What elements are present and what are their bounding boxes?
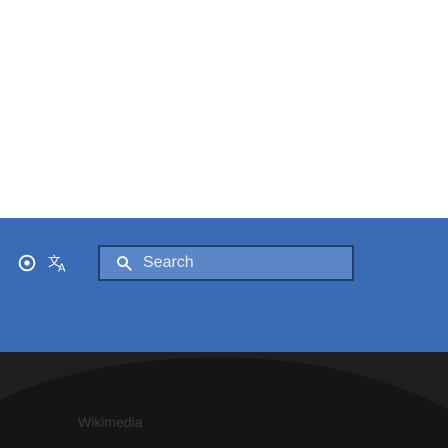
bottom-dark-panel: Wikimedia: [0, 352, 448, 448]
header-band: 文 A Search Wikimedia: [0, 218, 448, 448]
top-blank-area: [0, 0, 448, 218]
footer-text: Wikimedia: [78, 414, 143, 430]
app-page: 文 A Search Wikimedia: [0, 0, 448, 448]
settings-icon[interactable]: [16, 252, 38, 274]
search-icon: [117, 256, 132, 271]
search-label: Search: [143, 254, 194, 271]
dark-panel-shape: [0, 357, 448, 448]
svg-text:A: A: [58, 261, 66, 274]
search-input[interactable]: Search: [98, 245, 354, 281]
toolbar: 文 A Search: [0, 218, 448, 306]
translate-icon[interactable]: 文 A: [47, 252, 69, 274]
